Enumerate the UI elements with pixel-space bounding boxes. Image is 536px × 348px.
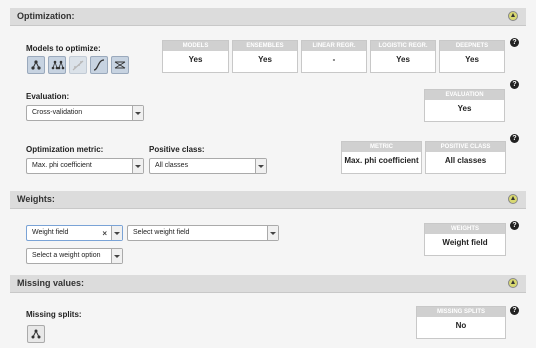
collapse-icon[interactable] bbox=[508, 194, 518, 204]
linear-regression-icon[interactable] bbox=[69, 56, 87, 74]
chevron-down-icon[interactable] bbox=[267, 226, 278, 240]
positive-class-card: POSITIVE CLASS All classes bbox=[425, 141, 506, 174]
evaluation-card-value: Yes bbox=[457, 104, 472, 113]
models-card: MODELS Yes bbox=[162, 40, 229, 73]
missing-values-title: Missing values: bbox=[17, 278, 85, 288]
chevron-down-icon[interactable] bbox=[111, 226, 122, 240]
evaluation-select-value: Cross-validation bbox=[32, 109, 83, 116]
help-icon[interactable]: ? bbox=[510, 306, 519, 315]
weights-section-header[interactable]: Weights: bbox=[10, 191, 526, 209]
help-icon[interactable]: ? bbox=[510, 221, 519, 230]
ensembles-card: ENSEMBLES Yes bbox=[232, 40, 298, 73]
missing-splits-card-head: MISSING SPLITS bbox=[417, 307, 505, 317]
positive-class-value: All classes bbox=[155, 162, 189, 169]
logistic-regr-card: LOGISTIC REGR. Yes bbox=[370, 40, 436, 73]
collapse-icon[interactable] bbox=[508, 278, 518, 288]
metric-card-head: METRIC bbox=[342, 142, 421, 152]
linear-regr-card: LINEAR REGR. - bbox=[301, 40, 367, 73]
weights-title: Weights: bbox=[17, 194, 55, 204]
weight-field-select[interactable]: Select weight field bbox=[127, 225, 279, 241]
weight-type-value: Weight field bbox=[32, 229, 69, 236]
clear-icon[interactable]: × bbox=[102, 229, 107, 238]
weights-card-head: WEIGHTS bbox=[425, 224, 505, 234]
evaluation-select[interactable]: Cross-validation bbox=[26, 105, 144, 121]
evaluation-card-head: EVALUATION bbox=[425, 90, 504, 100]
ensembles-card-head: ENSEMBLES bbox=[233, 41, 297, 51]
positive-class-card-value: All classes bbox=[444, 156, 487, 165]
optimization-title: Optimization: bbox=[17, 11, 75, 21]
evaluation-card: EVALUATION Yes bbox=[424, 89, 505, 122]
weight-option-value: Select a weight option bbox=[32, 252, 101, 259]
positive-class-card-head: POSITIVE CLASS bbox=[426, 142, 505, 152]
chevron-down-icon[interactable] bbox=[132, 106, 143, 120]
deepnets-card-value: Yes bbox=[465, 55, 479, 64]
missing-values-section-header[interactable]: Missing values: bbox=[10, 275, 526, 293]
models-card-head: MODELS bbox=[163, 41, 228, 51]
collapse-icon[interactable] bbox=[508, 11, 518, 21]
weights-card-value: Weight field bbox=[442, 238, 488, 247]
deepnet-icon[interactable] bbox=[111, 56, 129, 74]
optimization-metric-label: Optimization metric: bbox=[26, 145, 104, 154]
evaluation-label: Evaluation: bbox=[26, 92, 70, 101]
deepnets-card-head: DEEPNETS bbox=[440, 41, 504, 51]
ensembles-card-value: Yes bbox=[258, 55, 272, 64]
linear-regr-card-head: LINEAR REGR. bbox=[302, 41, 366, 51]
chevron-down-icon[interactable] bbox=[111, 249, 122, 263]
metric-card: METRIC Max. phi coefficient bbox=[341, 141, 422, 174]
chevron-down-icon[interactable] bbox=[255, 159, 266, 173]
help-icon[interactable]: ? bbox=[510, 134, 519, 143]
logistic-regr-card-value: Yes bbox=[396, 55, 410, 64]
deepnets-card: DEEPNETS Yes bbox=[439, 40, 505, 73]
weight-field-value: Select weight field bbox=[133, 229, 190, 236]
chevron-down-icon[interactable] bbox=[132, 159, 143, 173]
decision-tree-icon[interactable] bbox=[27, 56, 45, 74]
positive-class-select[interactable]: All classes bbox=[149, 158, 267, 174]
help-icon[interactable]: ? bbox=[510, 80, 519, 89]
linear-regr-card-value: - bbox=[332, 55, 336, 64]
missing-splits-toggle-icon[interactable] bbox=[27, 325, 45, 343]
logistic-regression-icon[interactable] bbox=[90, 56, 108, 74]
models-card-value: Yes bbox=[188, 55, 203, 64]
help-icon[interactable]: ? bbox=[510, 38, 519, 47]
weight-option-select[interactable]: Select a weight option bbox=[26, 248, 123, 264]
metric-card-value: Max. phi coefficient bbox=[344, 156, 419, 165]
weights-card: WEIGHTS Weight field bbox=[424, 223, 506, 256]
optimization-section-header[interactable]: Optimization: bbox=[10, 8, 526, 26]
optimization-metric-select[interactable]: Max. phi coefficient bbox=[26, 158, 144, 174]
weight-type-select[interactable]: Weight field × bbox=[26, 225, 123, 241]
missing-splits-label: Missing splits: bbox=[26, 310, 82, 319]
positive-class-label: Positive class: bbox=[149, 145, 205, 154]
random-forest-icon[interactable] bbox=[48, 56, 66, 74]
missing-splits-card-value: No bbox=[455, 321, 467, 330]
logistic-regr-card-head: LOGISTIC REGR. bbox=[371, 41, 435, 51]
missing-splits-card: MISSING SPLITS No bbox=[416, 306, 506, 339]
models-to-optimize-label: Models to optimize: bbox=[26, 44, 101, 53]
optimization-metric-value: Max. phi coefficient bbox=[32, 162, 92, 169]
